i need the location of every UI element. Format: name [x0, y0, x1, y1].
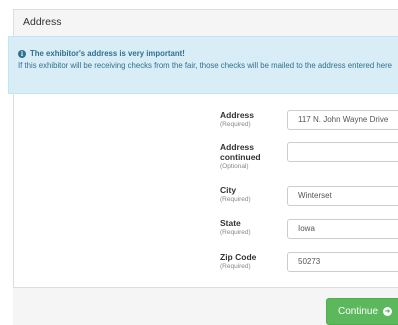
city-hint: (Required) — [220, 196, 251, 203]
city-label: City — [220, 185, 237, 195]
city-input[interactable]: Winterset — [287, 186, 398, 206]
continue-button[interactable]: Continue ➜ — [326, 298, 398, 325]
continue-label: Continue — [338, 306, 379, 317]
address-input[interactable]: 117 N. John Wayne Drive — [287, 110, 398, 130]
address-hint: (Required) — [220, 121, 251, 128]
zip-label: Zip Code — [220, 252, 257, 262]
state-hint: (Required) — [220, 229, 251, 236]
address-continued-hint: (Optional) — [220, 163, 249, 170]
address-continued-input[interactable] — [287, 142, 398, 162]
alert-body: If this exhibitor will be receiving chec… — [18, 61, 392, 70]
arrow-right-circle-icon: ➜ — [383, 307, 393, 316]
zip-hint: (Required) — [220, 263, 251, 270]
address-label: Address — [220, 110, 255, 120]
zip-input[interactable]: 50273 — [287, 252, 398, 272]
alert-title: The exhibitor's address is very importan… — [30, 49, 185, 58]
info-circle-icon: i — [18, 49, 26, 58]
panel-title: Address — [14, 10, 398, 37]
address-continued-label-line1: Address — [220, 142, 255, 152]
state-selected-value: Iowa — [298, 224, 315, 233]
state-select[interactable]: Iowa ▼ — [287, 219, 398, 239]
info-alert: i The exhibitor's address is very import… — [8, 36, 398, 94]
state-label: State — [220, 218, 241, 228]
address-continued-label-line2: continued — [220, 152, 261, 162]
